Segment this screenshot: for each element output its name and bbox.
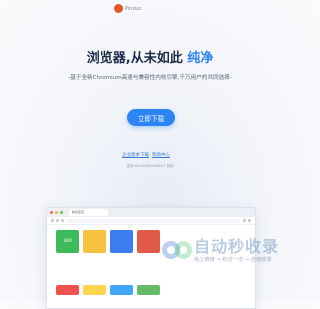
speed-dial-tile [83,285,106,295]
window-minimize-icon [55,211,58,214]
headline-main: 浏览器,从未如此 [86,51,183,66]
speed-dial-tile [83,230,106,253]
refresh-icon [61,219,64,222]
window-close-icon [50,211,53,214]
headline-accent: 纯净 [187,51,214,66]
page-headline: 浏览器,从未如此 纯净 [0,47,300,66]
download-button[interactable]: 立即下载 [127,109,175,126]
page-subtitle: -基于全新Chromium高速与兼容性内核引擎,千万用户的共同选择- [68,75,232,81]
address-input [67,218,240,223]
menu-icon [248,219,251,222]
help-center-link[interactable]: 帮助中心 [152,152,170,158]
speed-dial-tile [137,230,160,253]
logo-icon [114,4,123,13]
speed-dial-tile [110,230,133,253]
toolbar-icons [243,219,251,222]
window-maximize-icon [60,211,63,214]
browser-preview: 新标签页 360 [46,207,256,309]
speed-dial-tile: 360 [56,230,79,253]
site-logo[interactable]: Pinzuo [114,4,141,13]
speed-dial-grid-row2 [56,285,160,295]
enterprise-download-link[interactable]: 企业版本下载 [122,152,149,158]
system-support-text: 支持 Win10/Win8/Win7 系统 [126,164,174,168]
nav-icons [51,219,64,222]
back-icon [51,219,54,222]
forward-icon [56,219,59,222]
speed-dial-tile [56,285,79,295]
extension-icon [243,219,246,222]
browser-tab: 新标签页 [69,209,108,216]
browser-address-bar [47,217,255,225]
speed-dial-grid: 360 [56,230,160,253]
logo-text: Pinzuo [125,5,142,12]
browser-tab-bar: 新标签页 [47,208,255,217]
speed-dial-tile [137,285,160,295]
speed-dial-tile [110,285,133,295]
